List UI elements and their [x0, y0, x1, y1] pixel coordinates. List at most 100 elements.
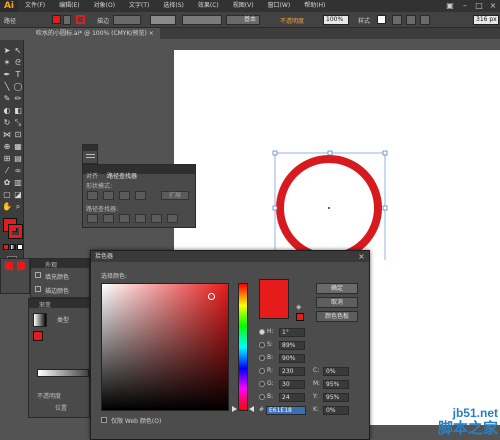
visibility-checkbox[interactable]	[35, 272, 41, 278]
pencil-icon[interactable]: ✏	[13, 94, 23, 104]
fill-swatch[interactable]	[52, 15, 61, 24]
menu-type[interactable]: 文字(T)	[122, 0, 156, 12]
doc-setup-button[interactable]	[392, 15, 402, 25]
minus-back-button[interactable]	[167, 214, 178, 223]
transform-icon[interactable]	[420, 15, 430, 25]
eraser-icon[interactable]: ◧	[13, 106, 23, 116]
web-color-warning-icon[interactable]: ◈	[296, 303, 304, 311]
radio-blue[interactable]	[259, 394, 265, 400]
menu-object[interactable]: 对象(O)	[87, 0, 122, 12]
stroke-weight-field[interactable]	[113, 15, 141, 25]
unite-button[interactable]	[87, 191, 98, 200]
ok-button[interactable]: 确定	[316, 283, 358, 294]
mesh-tool-icon[interactable]: ⊞	[2, 154, 12, 164]
magic-wand-icon[interactable]: ✶	[2, 58, 12, 68]
menu-effect[interactable]: 效果(C)	[191, 0, 226, 12]
tab-gradient[interactable]: 渐变	[39, 300, 51, 309]
gradient-tool-icon[interactable]: ▤	[13, 154, 23, 164]
width-field[interactable]: 316 px	[473, 15, 499, 25]
pen-tool-icon[interactable]: ✒	[2, 70, 12, 80]
field-g[interactable]: 30	[279, 380, 305, 389]
opacity-label[interactable]: 不透明度	[280, 16, 304, 25]
hand-tool-icon[interactable]: ✋	[2, 202, 12, 212]
line-tool-icon[interactable]: ╲	[2, 82, 12, 92]
merge-button[interactable]	[119, 214, 130, 223]
menu-file[interactable]: 文件(F)	[18, 0, 52, 12]
slice-tool-icon[interactable]: ◪	[13, 190, 23, 200]
canvas-artwork[interactable]	[260, 140, 400, 260]
radio-h[interactable]	[259, 329, 265, 335]
intersect-button[interactable]	[119, 191, 130, 200]
radio-r[interactable]	[259, 368, 265, 374]
hue-slider[interactable]	[238, 283, 248, 411]
variable-width-dropdown[interactable]	[150, 15, 176, 25]
menu-edit[interactable]: 编辑(E)	[52, 0, 86, 12]
blob-brush-icon[interactable]: ◐	[2, 106, 12, 116]
hue-slider-arrow-left[interactable]	[232, 406, 237, 412]
menu-lines-icon[interactable]	[86, 154, 95, 155]
outline-button[interactable]	[151, 214, 162, 223]
style-swatch[interactable]	[377, 15, 386, 24]
close-icon[interactable]: ×	[486, 0, 500, 12]
paintbrush-icon[interactable]: ✎	[2, 94, 12, 104]
dialog-close-icon[interactable]: ×	[357, 252, 366, 261]
exclude-button[interactable]	[135, 191, 146, 200]
menu-view[interactable]: 视图(V)	[226, 0, 261, 12]
trim-button[interactable]	[103, 214, 114, 223]
menu-help[interactable]: 帮助(H)	[297, 0, 332, 12]
color-mode-icon[interactable]	[3, 244, 9, 250]
bbox-handle[interactable]	[382, 205, 388, 211]
visibility-checkbox[interactable]	[35, 286, 41, 292]
shape-builder-icon[interactable]: ⊕	[2, 142, 12, 152]
divide-button[interactable]	[87, 214, 98, 223]
fill-dropdown[interactable]	[63, 15, 71, 25]
brush-dropdown[interactable]	[182, 15, 222, 25]
perspective-grid-icon[interactable]: ▦	[13, 142, 23, 152]
field-b[interactable]: 90%	[279, 354, 305, 363]
bridge-icon[interactable]: ▣	[443, 0, 457, 12]
gradient-preview[interactable]	[33, 313, 47, 327]
free-transform-icon[interactable]: ⊡	[13, 130, 23, 140]
bbox-handle[interactable]	[272, 205, 278, 211]
symbol-sprayer-icon[interactable]: ✿	[2, 178, 12, 188]
radio-g[interactable]	[259, 381, 265, 387]
expand-button[interactable]: 扩展	[161, 191, 189, 200]
stroke-style-dropdown[interactable]: 基本	[226, 15, 260, 25]
field-y[interactable]: 95%	[323, 393, 349, 402]
zoom-tool-icon[interactable]: ⌕	[13, 202, 23, 212]
menu-window[interactable]: 窗口(W)	[261, 0, 298, 12]
ellipse-tool-icon[interactable]: ◯	[13, 82, 23, 92]
radio-b[interactable]	[259, 355, 265, 361]
field-r[interactable]: 230	[279, 367, 305, 376]
crop-button[interactable]	[135, 214, 146, 223]
hue-slider-arrow-right[interactable]	[249, 406, 254, 412]
web-only-checkbox[interactable]	[101, 417, 107, 423]
field-c[interactable]: 0%	[323, 367, 349, 376]
bbox-handle[interactable]	[327, 150, 333, 156]
width-tool-icon[interactable]: ⋈	[2, 130, 12, 140]
color-swatches-button[interactable]: 颜色色板	[316, 311, 358, 322]
menu-select[interactable]: 选择(S)	[156, 0, 191, 12]
radio-s[interactable]	[259, 342, 265, 348]
field-blue[interactable]: 24	[279, 393, 305, 402]
cancel-button[interactable]: 取消	[316, 297, 358, 308]
stroke-color-swatch[interactable]	[8, 224, 23, 239]
minus-front-button[interactable]	[103, 191, 114, 200]
out-of-gamut-swatch[interactable]	[296, 313, 304, 321]
gradient-slider[interactable]	[37, 369, 89, 377]
field-s[interactable]: 89%	[279, 341, 305, 350]
opacity-field[interactable]: 100%	[323, 15, 349, 25]
swatch-icon[interactable]	[17, 262, 25, 270]
tab-close-icon[interactable]: ×	[149, 30, 154, 37]
direct-selection-tool-icon[interactable]: ↖	[13, 46, 23, 56]
field-m[interactable]: 95%	[323, 380, 349, 389]
document-tab[interactable]: 吹水的小圆标.ai* @ 100% (CMYK/预览) ×	[22, 28, 160, 39]
scale-tool-icon[interactable]: ⤡	[13, 118, 23, 128]
swatch-icon[interactable]	[5, 262, 13, 270]
field-hex[interactable]: E61E18	[266, 406, 306, 415]
minimize-icon[interactable]: –	[458, 0, 472, 12]
saturation-brightness-field[interactable]	[101, 283, 229, 411]
tab-pathfinder[interactable]: 路径查找器	[107, 171, 137, 180]
tab-appearance[interactable]: 外观	[45, 260, 57, 269]
gradient-mode-icon[interactable]	[10, 244, 16, 250]
